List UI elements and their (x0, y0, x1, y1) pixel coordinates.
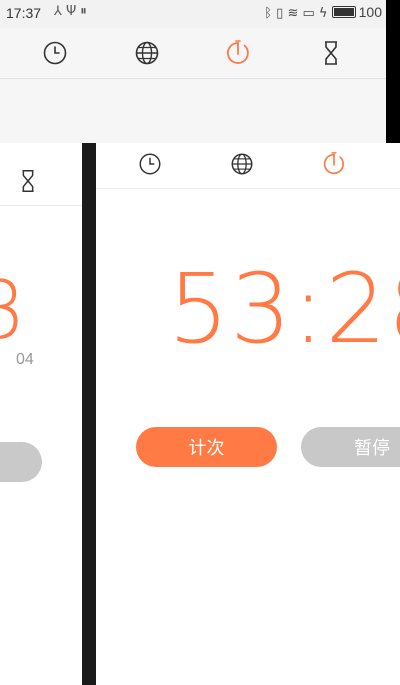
stopwatch-tab-bar (96, 143, 400, 189)
tab-divider (0, 205, 82, 206)
clock-icon (139, 153, 161, 175)
tab-stopwatch[interactable] (224, 39, 252, 67)
charging-icon: ϟ (318, 6, 328, 21)
screen-icon: ▭ (302, 6, 315, 21)
status-left-icons: ⅄Ψ⏸ (54, 4, 91, 19)
globe-icon (231, 153, 253, 175)
bluetooth-icon: ᛒ (264, 6, 272, 21)
timer-subvalue: 04 (16, 351, 34, 368)
status-time: 17:37 (6, 5, 42, 21)
tab-timer[interactable] (317, 39, 345, 67)
hourglass-icon (325, 41, 337, 65)
page-separator (82, 143, 96, 685)
timer-button[interactable] (0, 442, 42, 482)
stopwatch-page: 53:28 计次 暂停 (96, 143, 400, 685)
tab-world-clock[interactable] (133, 39, 161, 67)
background-page-area (0, 79, 386, 143)
lap-button[interactable]: 计次 (136, 427, 277, 467)
timer-digit: 3 (0, 264, 26, 357)
stopwatch-icon (227, 40, 249, 64)
usb-icon: ⅄ (54, 4, 66, 19)
tab-clock[interactable] (137, 151, 163, 177)
top-tab-bar (0, 28, 386, 79)
stopwatch-icon (323, 152, 344, 175)
clock-icon (43, 41, 67, 65)
vibrate-icon: ▯ (276, 6, 284, 21)
usb-debug-icon: Ψ (65, 4, 81, 19)
status-bar: 17:37 ⅄Ψ⏸ ᛒ ▯ ≋ ▭ ϟ 100 (0, 0, 386, 28)
hourglass-icon[interactable] (15, 168, 41, 194)
stopwatch-display: 53:28 (168, 253, 400, 365)
tab-world-clock[interactable] (229, 151, 255, 177)
pause-button[interactable]: 暂停 (301, 427, 400, 467)
wifi-icon: ≋ (287, 6, 299, 21)
tab-stopwatch[interactable] (321, 151, 347, 177)
globe-icon (135, 41, 159, 65)
window-edge (386, 0, 400, 143)
status-right-icons: ᛒ ▯ ≋ ▭ ϟ 100 (264, 4, 382, 21)
battery-icon (331, 6, 356, 18)
previous-page-panel: 3 04 (0, 143, 82, 685)
tab-clock[interactable] (41, 39, 69, 67)
pause-circle-icon: ⏸ (80, 4, 91, 19)
battery-level: 100 (358, 4, 382, 20)
